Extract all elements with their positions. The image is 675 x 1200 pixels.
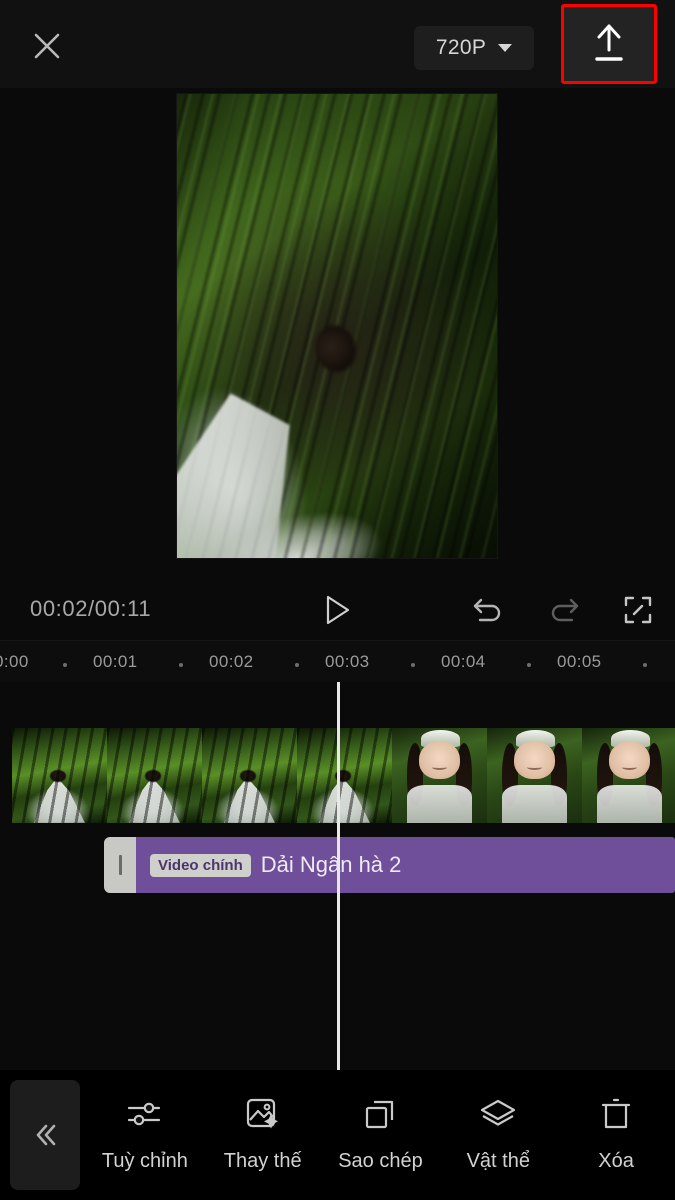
chevron-double-left-icon	[36, 1124, 56, 1146]
tool-label: Thay thế	[223, 1150, 302, 1172]
fullscreen-button[interactable]	[618, 591, 658, 629]
clip-thumbnail[interactable]	[582, 728, 675, 823]
copy-icon	[362, 1092, 398, 1136]
sliders-icon	[125, 1092, 165, 1136]
redo-button[interactable]	[540, 591, 588, 629]
layers-icon	[478, 1092, 518, 1136]
clip-thumbnail[interactable]	[12, 728, 107, 823]
trash-icon	[599, 1092, 633, 1136]
tool-xoa[interactable]: Xóa	[562, 1084, 670, 1173]
ruler-tick-dot	[527, 663, 531, 667]
ruler-tick-dot	[295, 663, 299, 667]
time-display: 00:02/00:11	[30, 596, 152, 621]
playback-bar: 00:02/00:11	[0, 578, 675, 640]
tool-tuy-chinh[interactable]: Tuỳ chỉnh	[91, 1084, 199, 1173]
tool-thay-the[interactable]: Thay thế	[209, 1084, 317, 1173]
ruler-tick-label: 0:00	[0, 652, 29, 671]
collapse-toolbar-button[interactable]	[10, 1080, 80, 1190]
clip-thumbnail[interactable]	[107, 728, 202, 823]
clip-trim-handle-left[interactable]	[104, 837, 136, 893]
close-button[interactable]	[24, 24, 70, 68]
tool-list: Tuỳ chỉnh Thay thế Sao chép Vật thể Xóa	[86, 1084, 675, 1194]
replace-image-icon	[244, 1092, 282, 1136]
upload-icon	[595, 24, 623, 61]
chevron-down-icon	[498, 44, 513, 52]
clip-thumbnail[interactable]	[297, 728, 392, 823]
ruler-tick-label: 00:02	[209, 652, 254, 671]
main-video-clip[interactable]: Video chính Dải Ngân hà 2	[136, 837, 675, 893]
tool-label: Vật thể	[466, 1150, 530, 1172]
clip-thumbnail[interactable]	[392, 728, 487, 823]
ruler-tick-label: 00:05	[557, 652, 602, 671]
play-button[interactable]	[316, 591, 360, 629]
main-video-clip-track[interactable]: Video chính Dải Ngân hà 2	[104, 837, 675, 893]
fullscreen-icon	[624, 596, 652, 624]
video-preview-area[interactable]	[0, 88, 675, 578]
ruler-tick-dot	[643, 663, 647, 667]
ruler-tick-label: 00:03	[325, 652, 370, 671]
tool-vat-the[interactable]: Vật thể	[444, 1084, 552, 1173]
playhead[interactable]	[337, 682, 340, 1070]
video-editor-screen: 720P 00:02/00:11:00 00:01 00:02 00:03 0…	[0, 0, 675, 1200]
video-track[interactable]	[12, 728, 675, 823]
top-bar: 720P	[0, 0, 675, 88]
timeline-ruler[interactable]: 0:00 00:01 00:02 00:03 00:04 00:05	[0, 640, 675, 682]
trim-handle-icon	[118, 855, 122, 875]
ruler-tick-dot	[179, 663, 183, 667]
tool-sao-chep[interactable]: Sao chép	[326, 1084, 434, 1173]
export-button[interactable]	[561, 4, 657, 84]
clip-title: Dải Ngân hà 2	[260, 852, 402, 877]
clip-thumbnail[interactable]	[202, 728, 297, 823]
ruler-tick-label: 00:01	[93, 652, 138, 671]
undo-icon	[473, 598, 501, 622]
play-icon	[326, 595, 350, 625]
clip-thumbnail[interactable]	[487, 728, 582, 823]
tool-label: Xóa	[598, 1150, 634, 1172]
clip-type-badge: Video chính	[150, 853, 251, 877]
redo-icon	[551, 598, 579, 622]
tool-label: Tuỳ chỉnh	[101, 1150, 188, 1172]
ruler-tick-dot	[411, 663, 415, 667]
video-frame[interactable]	[176, 93, 498, 559]
undo-button[interactable]	[464, 591, 512, 629]
timeline[interactable]: + Video chính Dải Ngân hà 2	[0, 682, 675, 1070]
tool-label: Sao chép	[338, 1150, 423, 1172]
bottom-toolbar: Tuỳ chỉnh Thay thế Sao chép Vật thể Xóa	[0, 1070, 675, 1200]
video-content	[177, 94, 497, 558]
close-icon	[34, 33, 60, 59]
resolution-label: 720P	[435, 36, 487, 59]
resolution-selector[interactable]: 720P	[414, 26, 534, 70]
ruler-tick-dot	[63, 663, 67, 667]
ruler-tick-label: 00:04	[441, 652, 486, 671]
